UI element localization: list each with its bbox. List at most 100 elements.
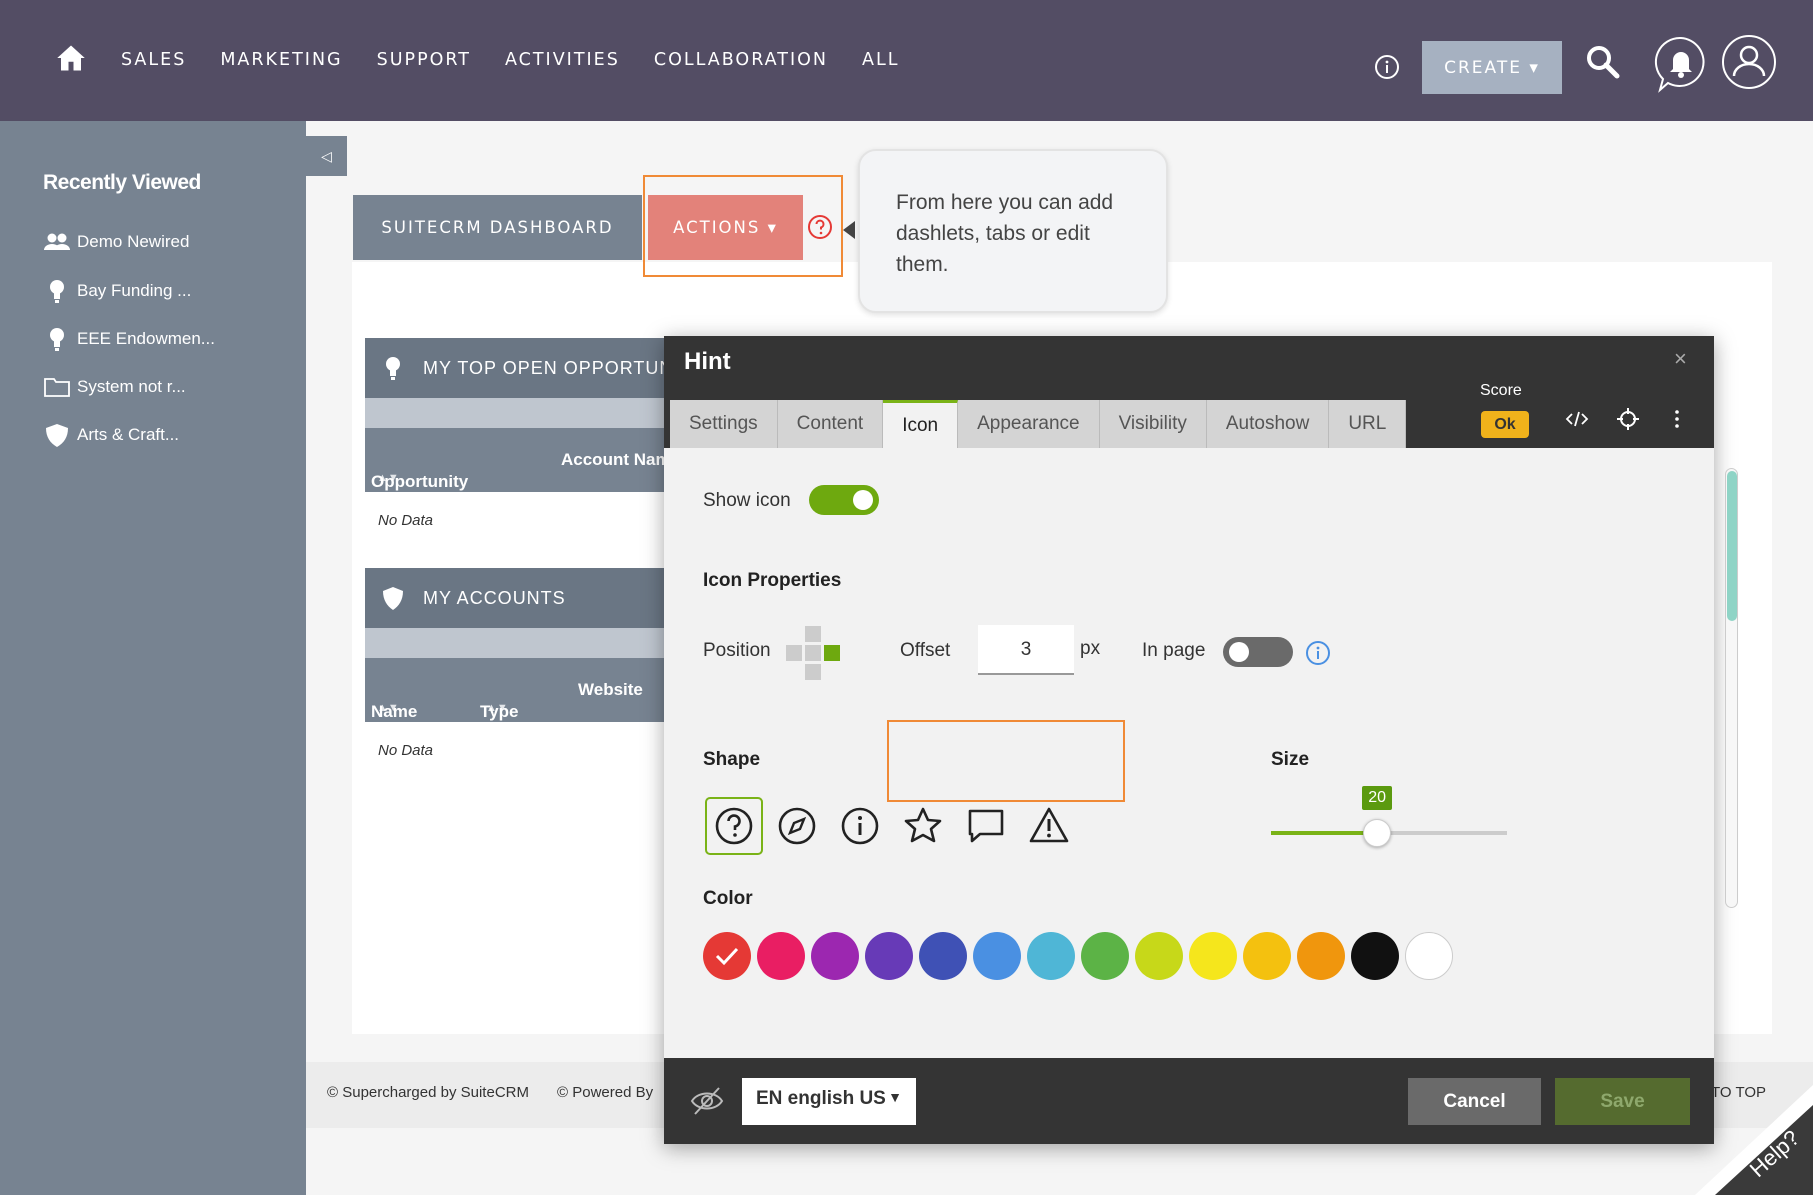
shape-info-button[interactable] — [835, 801, 885, 851]
size-slider-handle[interactable] — [1363, 819, 1392, 847]
color-swatch[interactable] — [1027, 932, 1075, 980]
color-swatch[interactable] — [757, 932, 805, 980]
search-icon[interactable] — [1585, 44, 1621, 80]
offset-label: Offset — [900, 640, 951, 661]
tab-content[interactable]: Content — [777, 400, 884, 448]
collapse-arrow-icon: ◁ — [321, 147, 332, 164]
users-icon — [44, 233, 70, 250]
tab-icon[interactable]: Icon — [883, 400, 959, 448]
compass-icon — [778, 807, 816, 845]
color-swatch[interactable] — [1135, 932, 1183, 980]
cancel-button[interactable]: Cancel — [1408, 1078, 1541, 1125]
in-page-label: In page — [1142, 640, 1206, 661]
color-swatch[interactable] — [1297, 932, 1345, 980]
folder-icon — [44, 378, 70, 397]
nav-activities[interactable]: ACTIVITIES — [505, 50, 620, 70]
hint-question-icon[interactable] — [807, 214, 833, 240]
color-swatch[interactable] — [1243, 932, 1291, 980]
shape-star-button[interactable] — [898, 801, 948, 851]
icon-settings-panel: Show icon Icon Properties Position Offse… — [664, 448, 1738, 1058]
tooltip-pointer — [843, 221, 855, 239]
color-swatch[interactable] — [1081, 932, 1129, 980]
shield-icon — [383, 587, 403, 610]
collapse-sidebar-button[interactable]: ◁ — [306, 136, 347, 176]
footer-supercharged[interactable]: © Supercharged by SuiteCRM — [327, 1084, 529, 1101]
dashlet-title: MY TOP OPEN OPPORTUN — [423, 357, 674, 378]
tab-visibility[interactable]: Visibility — [1099, 400, 1207, 448]
code-icon[interactable] — [1564, 406, 1590, 432]
info-circle-icon — [841, 807, 879, 845]
notifications-bell-icon[interactable] — [1654, 35, 1708, 93]
nav-support[interactable]: SUPPORT — [377, 50, 471, 70]
scrollbar-thumb[interactable] — [1727, 471, 1737, 621]
score-badge: Ok — [1481, 411, 1529, 438]
more-vertical-icon[interactable] — [1664, 406, 1690, 432]
size-slider-fill — [1271, 831, 1378, 835]
tab-autoshow[interactable]: Autoshow — [1206, 400, 1330, 448]
dashlet-header-accounts[interactable]: MY ACCOUNTS — [365, 568, 705, 628]
crosshair-icon[interactable] — [1615, 406, 1641, 432]
color-swatch[interactable] — [865, 932, 913, 980]
dashlet-title: MY ACCOUNTS — [423, 587, 566, 608]
shape-chat-button[interactable] — [961, 801, 1011, 851]
color-swatch[interactable] — [811, 932, 859, 980]
color-swatch[interactable] — [919, 932, 967, 980]
sidebar: Recently Viewed Demo Newired Bay Funding… — [0, 121, 306, 1195]
table-header: Name ▲▼ Type ▲▼ Website — [365, 658, 705, 722]
dialog-scrollbar[interactable] — [1725, 468, 1738, 908]
sidebar-item-demo-newired[interactable]: Demo Newired — [43, 229, 189, 255]
tab-appearance[interactable]: Appearance — [958, 400, 1100, 448]
hint-editor-dialog: Hint × Settings Content Icon Appearance … — [664, 336, 1738, 1144]
color-swatch[interactable] — [973, 932, 1021, 980]
in-page-toggle[interactable] — [1223, 637, 1293, 667]
show-icon-toggle[interactable] — [809, 485, 879, 515]
sidebar-item-bay-funding[interactable]: Bay Funding ... — [43, 278, 191, 304]
question-circle-icon — [715, 807, 753, 845]
create-button[interactable]: CREATE ▾ — [1422, 41, 1562, 94]
sidebar-item-system-not[interactable]: System not r... — [43, 374, 186, 400]
home-icon[interactable] — [56, 44, 86, 72]
hint-tooltip: From here you can add dashlets, tabs or … — [858, 149, 1168, 313]
nav-collaboration[interactable]: COLLABORATION — [654, 50, 828, 70]
save-button[interactable]: Save — [1555, 1078, 1690, 1125]
tab-suitecrm-dashboard[interactable]: SUITECRM DASHBOARD — [353, 195, 642, 260]
eye-slash-icon[interactable] — [690, 1086, 724, 1116]
info-icon[interactable] — [1305, 640, 1331, 666]
color-swatch[interactable] — [703, 932, 751, 980]
footer-powered-by[interactable]: © Powered By — [557, 1084, 653, 1101]
nav-sales[interactable]: SALES — [121, 50, 186, 70]
main-menu: SALES MARKETING SUPPORT ACTIVITIES COLLA… — [121, 50, 933, 70]
position-picker-icon[interactable] — [784, 624, 840, 680]
toggle-knob — [853, 490, 873, 510]
user-profile-icon[interactable] — [1721, 34, 1777, 90]
shape-question-button[interactable] — [705, 797, 763, 855]
color-swatch[interactable] — [1189, 932, 1237, 980]
color-heading: Color — [703, 888, 753, 909]
column-account-name[interactable]: Account Nam — [561, 450, 671, 470]
info-icon[interactable] — [1374, 54, 1400, 80]
shape-warning-button[interactable] — [1024, 801, 1074, 851]
sidebar-item-label: EEE Endowmen... — [77, 329, 215, 348]
sidebar-item-arts-crafts[interactable]: Arts & Craft... — [43, 422, 179, 448]
tab-url[interactable]: URL — [1329, 400, 1407, 448]
shield-icon — [46, 424, 68, 447]
recently-viewed-title: Recently Viewed — [43, 171, 201, 194]
actions-button[interactable]: ACTIONS ▾ — [648, 195, 803, 260]
nav-all[interactable]: ALL — [862, 50, 899, 70]
sort-icon: ▲▼ — [486, 702, 508, 714]
close-icon[interactable]: × — [1674, 346, 1687, 372]
nav-marketing[interactable]: MARKETING — [220, 50, 342, 70]
sidebar-item-eee-endowment[interactable]: EEE Endowmen... — [43, 326, 215, 352]
offset-input[interactable]: 3 — [978, 625, 1074, 675]
offset-unit: px — [1080, 638, 1101, 659]
dialog-tabs: Settings Content Icon Appearance Visibil… — [670, 400, 1407, 448]
language-select[interactable]: EN english US ▼ — [742, 1078, 916, 1125]
column-website[interactable]: Website — [578, 680, 643, 700]
shape-compass-button[interactable] — [772, 801, 822, 851]
color-swatch[interactable] — [1405, 932, 1453, 980]
sidebar-item-label: Demo Newired — [77, 232, 190, 251]
toggle-knob — [1229, 642, 1249, 662]
tab-settings[interactable]: Settings — [670, 400, 778, 448]
color-swatch[interactable] — [1351, 932, 1399, 980]
dashlet-header-opportunities[interactable]: MY TOP OPEN OPPORTUN — [365, 338, 705, 398]
